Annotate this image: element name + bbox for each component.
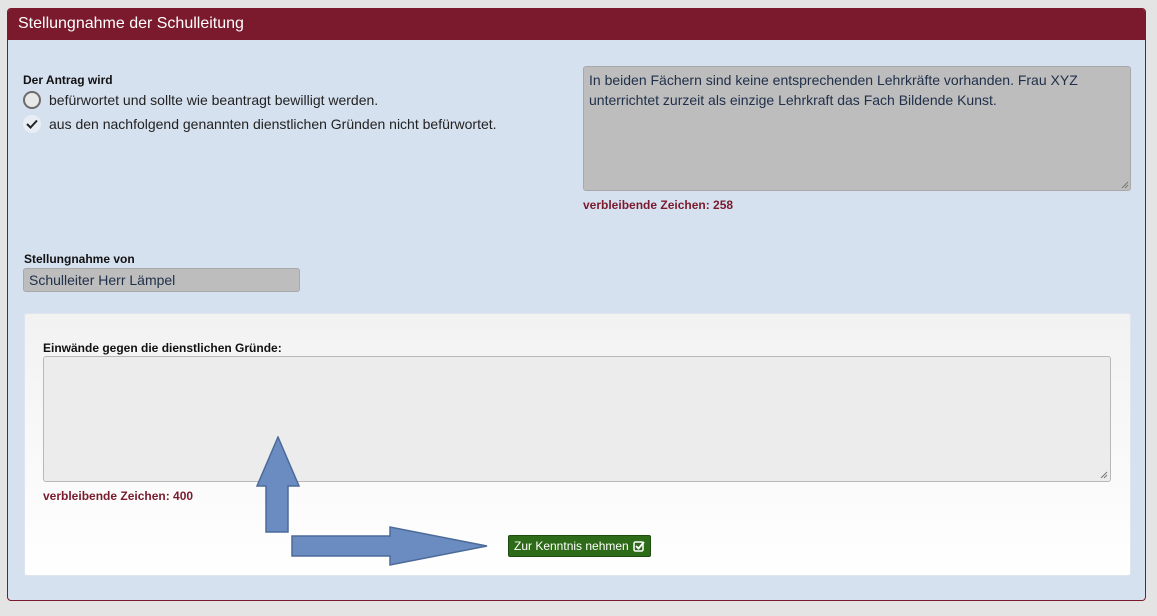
acknowledge-button[interactable]: Zur Kenntnis nehmen (508, 535, 651, 557)
radio-option-reject[interactable]: aus den nachfolgend genannten dienstlich… (23, 115, 497, 133)
objections-char-counter: verbleibende Zeichen: 400 (43, 489, 194, 503)
radio-label-reject: aus den nachfolgend genannten dienstlich… (49, 116, 497, 132)
radio-label-approve: befürwortet und sollte wie beantragt bew… (49, 92, 379, 108)
radio-button-checked[interactable] (23, 115, 41, 133)
objections-label: Einwände gegen die dienstlichen Gründe: (43, 341, 282, 355)
statement-by-field[interactable]: Schulleiter Herr Lämpel (23, 268, 300, 292)
radio-option-approve[interactable]: befürwortet und sollte wie beantragt bew… (23, 91, 378, 109)
resize-grip-icon[interactable] (1100, 471, 1108, 479)
resize-grip-icon[interactable] (1121, 181, 1129, 189)
objections-textarea[interactable] (43, 356, 1111, 482)
checkmark-icon (26, 119, 38, 129)
panel-title: Stellungnahme der Schulleitung (8, 9, 1145, 40)
up-arrow-icon (255, 436, 301, 533)
radio-button-unchecked[interactable] (23, 91, 41, 109)
objections-card: Einwände gegen die dienstlichen Gründe: … (24, 313, 1131, 576)
antrag-label: Der Antrag wird (23, 73, 113, 87)
acknowledge-button-label: Zur Kenntnis nehmen (514, 539, 629, 553)
school-leadership-panel: Stellungnahme der Schulleitung Der Antra… (7, 8, 1146, 601)
reasons-char-counter: verbleibende Zeichen: 258 (583, 198, 734, 212)
reasons-textarea[interactable]: In beiden Fächern sind keine entsprechen… (583, 66, 1131, 191)
check-square-icon (632, 541, 645, 552)
right-arrow-icon (291, 526, 488, 566)
statement-by-label: Stellungnahme von (24, 252, 135, 266)
